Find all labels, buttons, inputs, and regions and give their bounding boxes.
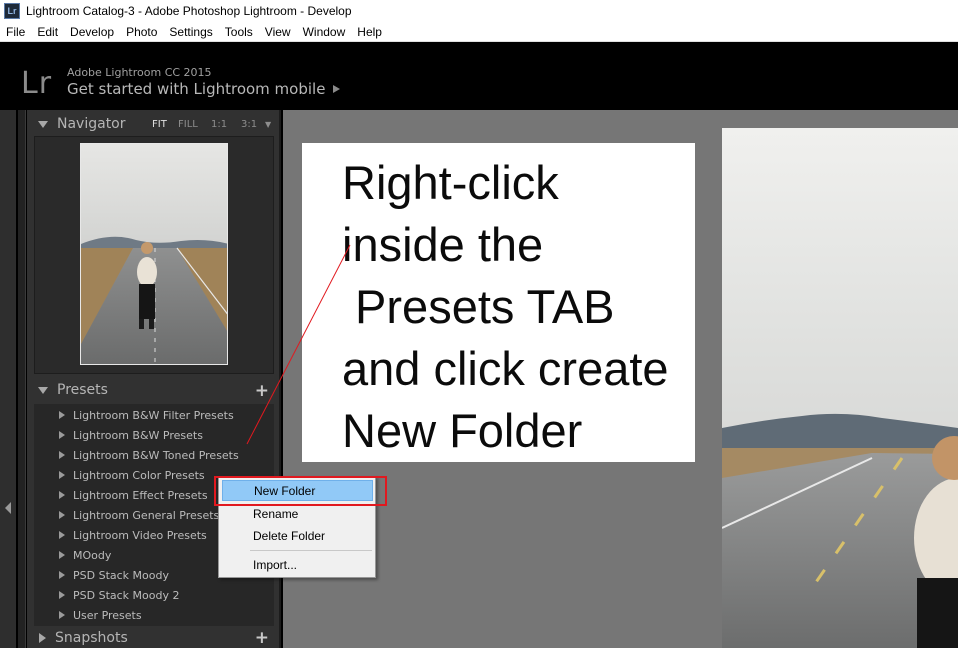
window-title: Lightroom Catalog-3 - Adobe Photoshop Li… <box>26 4 352 18</box>
navigator-preview[interactable] <box>34 136 274 374</box>
product-name: Adobe Lightroom CC 2015 <box>67 66 212 79</box>
identity-plate: Lr Adobe Lightroom CC 2015 Get started w… <box>0 43 958 110</box>
preset-folder-label: Lightroom B&W Toned Presets <box>73 448 239 462</box>
annotation-line: and click create <box>342 342 669 395</box>
preset-folder[interactable]: User Presets <box>34 605 274 625</box>
collapsed-triangle-icon[interactable] <box>59 551 65 559</box>
zoom-1-1[interactable]: 1:1 <box>211 119 227 130</box>
collapsed-triangle-icon[interactable] <box>59 411 65 419</box>
menu-view[interactable]: View <box>259 25 297 39</box>
collapsed-triangle-icon[interactable] <box>39 632 46 643</box>
lr-logo: Lr <box>21 66 53 101</box>
zoom-dropdown-icon[interactable]: ▼ <box>265 120 271 129</box>
annotation-line: New Folder <box>342 404 583 457</box>
preset-folder-label: User Presets <box>73 608 142 622</box>
navigator-header[interactable]: Navigator FIT FILL 1:1 3:1 ▼ <box>27 111 281 137</box>
collapsed-triangle-icon[interactable] <box>59 611 65 619</box>
presets-header[interactable]: Presets + <box>27 377 281 403</box>
menu-develop[interactable]: Develop <box>64 25 120 39</box>
menu-photo[interactable]: Photo <box>120 25 163 39</box>
lightroom-app-icon: Lr <box>4 3 20 19</box>
expand-triangle-icon[interactable] <box>38 386 48 394</box>
collapsed-triangle-icon[interactable] <box>59 491 65 499</box>
collapsed-triangle-icon[interactable] <box>59 531 65 539</box>
menu-edit[interactable]: Edit <box>31 25 64 39</box>
collapsed-triangle-icon[interactable] <box>59 471 65 479</box>
preset-folder[interactable]: Lightroom B&W Toned Presets <box>34 445 274 465</box>
add-snapshot-plus-icon[interactable]: + <box>255 628 269 648</box>
collapsed-triangle-icon[interactable] <box>59 511 65 519</box>
collapsed-triangle-icon[interactable] <box>59 571 65 579</box>
preset-folder-label: PSD Stack Moody <box>73 568 169 582</box>
left-panel-toggle[interactable] <box>0 110 16 648</box>
rename-menu-item[interactable]: Rename <box>222 503 373 524</box>
play-arrow-icon[interactable] <box>333 85 340 93</box>
snapshots-title: Snapshots <box>55 629 128 646</box>
preset-folder-label: Lightroom Video Presets <box>73 528 207 542</box>
menu-settings[interactable]: Settings <box>163 25 218 39</box>
preset-folder[interactable]: PSD Stack Moody 2 <box>34 585 274 605</box>
menu-help[interactable]: Help <box>351 25 388 39</box>
annotation-line: inside the <box>342 218 544 271</box>
presets-title: Presets <box>57 382 108 398</box>
left-panel-scrollbar[interactable] <box>18 110 26 648</box>
menu-separator <box>250 550 372 551</box>
zoom-3-1[interactable]: 3:1 <box>241 119 257 130</box>
preset-folder-label: PSD Stack Moody 2 <box>73 588 180 602</box>
collapsed-triangle-icon[interactable] <box>59 591 65 599</box>
add-preset-plus-icon[interactable]: + <box>255 381 269 401</box>
highlight-red-box <box>214 476 387 506</box>
menu-window[interactable]: Window <box>297 25 352 39</box>
main-photo[interactable] <box>722 128 958 648</box>
delete-folder-menu-item[interactable]: Delete Folder <box>222 525 373 546</box>
zoom-fill[interactable]: FILL <box>178 119 198 130</box>
navigator-title: Navigator <box>57 116 126 132</box>
preset-folder-label: Lightroom B&W Filter Presets <box>73 408 234 422</box>
preset-folder-label: Lightroom General Presets <box>73 508 220 522</box>
collapsed-triangle-icon[interactable] <box>59 431 65 439</box>
menu-tools[interactable]: Tools <box>219 25 259 39</box>
collapsed-triangle-icon[interactable] <box>59 451 65 459</box>
preset-folder-label: MOody <box>73 548 112 562</box>
navigator-thumbnail[interactable] <box>80 143 228 365</box>
preset-folder-label: Lightroom Effect Presets <box>73 488 208 502</box>
preset-folder-label: Lightroom Color Presets <box>73 468 205 482</box>
preset-folder-label: Lightroom B&W Presets <box>73 428 203 442</box>
expand-triangle-icon[interactable] <box>38 120 48 128</box>
preset-folder[interactable]: Lightroom B&W Filter Presets <box>34 405 274 425</box>
snapshots-header[interactable]: Snapshots + <box>27 627 281 648</box>
instruction-annotation: Right-click inside the Presets TAB and c… <box>302 143 695 462</box>
import-menu-item[interactable]: Import... <box>222 554 373 575</box>
zoom-fit[interactable]: FIT <box>152 119 167 130</box>
preset-folder[interactable]: Lightroom B&W Presets <box>34 425 274 445</box>
window-titlebar: Lr Lightroom Catalog-3 - Adobe Photoshop… <box>0 0 958 22</box>
mobile-tagline[interactable]: Get started with Lightroom mobile <box>67 80 325 98</box>
collapse-left-arrow-icon[interactable] <box>5 502 11 514</box>
annotation-line: Right-click <box>342 156 559 209</box>
menu-file[interactable]: File <box>0 25 31 39</box>
menu-bar: File Edit Develop Photo Settings Tools V… <box>0 22 958 42</box>
annotation-line: Presets TAB <box>342 280 615 333</box>
